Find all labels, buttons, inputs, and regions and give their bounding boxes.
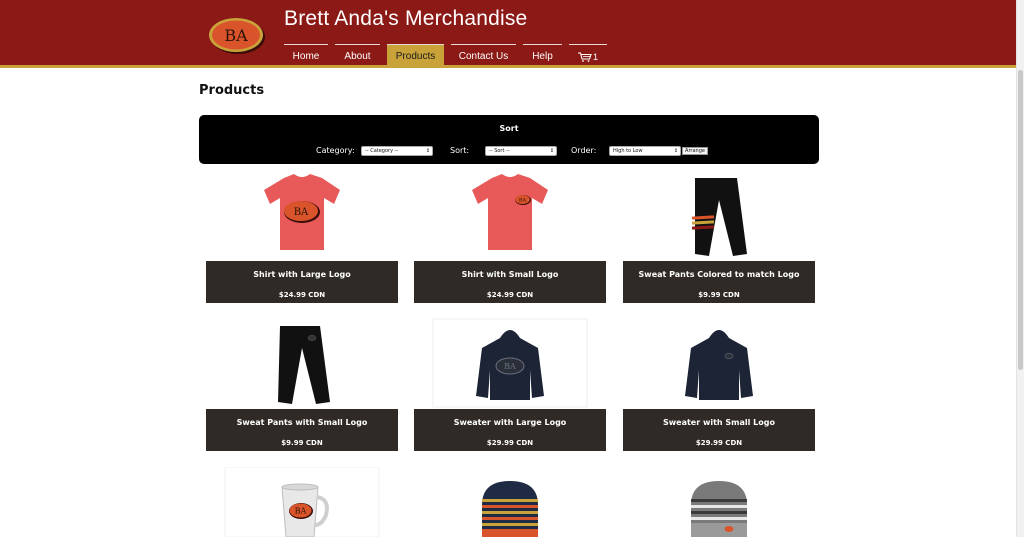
select-arrow-icon: ↕: [425, 148, 430, 154]
select-arrow-icon: ↕: [549, 148, 554, 154]
arrange-button[interactable]: Arrange: [682, 147, 708, 155]
nav-help[interactable]: Help: [523, 44, 562, 68]
pants-striped-icon: [691, 178, 747, 256]
nav-contact-us[interactable]: Contact Us: [451, 44, 516, 68]
hoodie-small-logo-icon: [685, 330, 753, 400]
nav-products[interactable]: Products: [387, 44, 444, 68]
brand-logo[interactable]: BA: [209, 16, 265, 54]
select-arrow-icon: ↕: [673, 148, 678, 154]
category-label: Category:: [316, 146, 355, 155]
site-header: BA Brett Anda's Merchandise Home About P…: [0, 0, 1024, 68]
product-info: Sweater with Large Logo $29.99 CDN: [414, 409, 606, 451]
nav-about[interactable]: About: [335, 44, 380, 68]
page-scrollbar[interactable]: [1016, 0, 1024, 537]
product-name[interactable]: Sweater with Large Logo: [414, 418, 606, 427]
beanie-dark-icon: [482, 481, 538, 537]
product-name[interactable]: Sweater with Small Logo: [623, 418, 815, 427]
sort-label: Sort:: [450, 146, 470, 155]
page-title: Products: [199, 83, 265, 98]
svg-text:BA: BA: [504, 362, 516, 371]
cart-icon: [577, 51, 592, 62]
sort-heading: Sort: [499, 124, 519, 133]
product-name[interactable]: Shirt with Large Logo: [206, 270, 398, 279]
sort-select[interactable]: -- Sort -- ↕: [485, 146, 557, 156]
shirt-small-logo-icon: BA: [472, 174, 548, 250]
pants-small-logo-icon: [278, 326, 330, 404]
product-info: Sweat Pants with Small Logo $9.99 CDN: [206, 409, 398, 451]
site-title: Brett Anda's Merchandise: [284, 7, 528, 30]
nav-cart[interactable]: 1: [569, 44, 607, 68]
product-price: $9.99 CDN: [698, 291, 740, 299]
order-select[interactable]: High to Low ↕: [609, 146, 681, 156]
product-price: $9.99 CDN: [281, 439, 323, 447]
nav-home[interactable]: Home: [284, 44, 328, 68]
svg-text:BA: BA: [294, 207, 309, 218]
product-info: Shirt with Small Logo $24.99 CDN: [414, 261, 606, 303]
product-price: $24.99 CDN: [486, 291, 534, 299]
order-label: Order:: [571, 146, 597, 155]
logo-text: BA: [224, 26, 248, 45]
sort-panel: Sort Category: -- Category -- ↕ Sort: --…: [199, 115, 819, 164]
shirt-large-logo-icon: BA: [264, 174, 340, 250]
product-name[interactable]: Shirt with Small Logo: [414, 270, 606, 279]
scrollbar-thumb[interactable]: [1018, 70, 1023, 370]
nav-products-label: Products: [395, 51, 436, 62]
product-info: Sweater with Small Logo $29.99 CDN: [623, 409, 815, 451]
nav-about-label: About: [344, 51, 371, 62]
product-info: Shirt with Large Logo $24.99 CDN: [206, 261, 398, 303]
hoodie-large-logo-icon: BA: [432, 318, 588, 408]
product-price: $29.99 CDN: [695, 439, 743, 447]
product-price: $24.99 CDN: [278, 291, 326, 299]
sort-select-value: -- Sort --: [489, 148, 510, 154]
nav-home-label: Home: [292, 51, 320, 62]
svg-text:BA: BA: [519, 198, 527, 204]
product-name[interactable]: Sweat Pants Colored to match Logo: [623, 270, 815, 279]
cart-count: 1: [592, 51, 598, 62]
category-select[interactable]: -- Category -- ↕: [361, 146, 433, 156]
order-select-value: High to Low: [613, 148, 643, 154]
beanie-grey-icon: [691, 481, 747, 537]
product-info: Sweat Pants Colored to match Logo $9.99 …: [623, 261, 815, 303]
product-name[interactable]: Sweat Pants with Small Logo: [206, 418, 398, 427]
product-price: $29.99 CDN: [486, 439, 534, 447]
nav-contact-label: Contact Us: [458, 51, 509, 62]
category-select-value: -- Category --: [365, 148, 399, 154]
nav-help-label: Help: [532, 51, 553, 62]
svg-text:BA: BA: [295, 507, 307, 516]
mug-icon: BA: [224, 467, 380, 537]
